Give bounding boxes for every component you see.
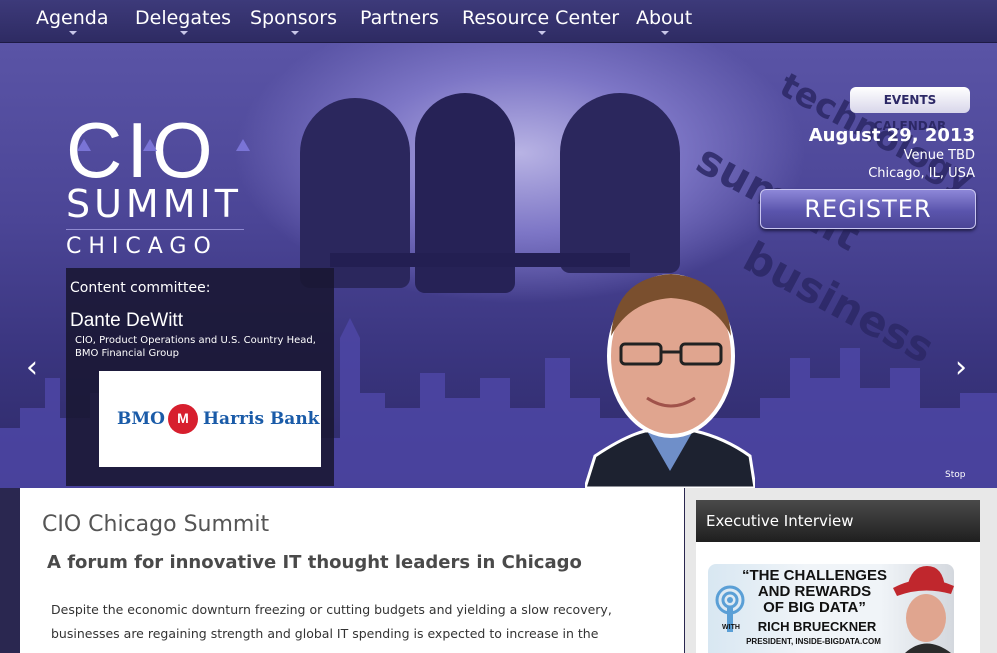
thumb-headline-line1: “THE CHALLENGES bbox=[741, 567, 887, 584]
event-details: August 29, 2013 Venue TBD Chicago, IL, U… bbox=[809, 125, 975, 183]
register-button[interactable]: REGISTER bbox=[760, 189, 976, 229]
slider-next-icon[interactable]: › bbox=[955, 350, 967, 385]
nav-label: About bbox=[636, 7, 693, 29]
chevron-down-icon bbox=[537, 31, 546, 35]
nav-label: Resource Center bbox=[462, 7, 620, 29]
thumb-name: RICH BRUECKNER bbox=[757, 619, 877, 634]
slider-stop-button[interactable]: Stop bbox=[945, 470, 965, 480]
people-silhouette bbox=[560, 93, 680, 273]
event-venue: Venue TBD bbox=[903, 148, 975, 163]
nav-item-partners[interactable]: Partners bbox=[360, 0, 439, 42]
nav-item-resource-center[interactable]: Resource Center bbox=[462, 0, 619, 42]
executive-interview-heading: Executive Interview bbox=[696, 500, 980, 542]
logo-triangle-icon bbox=[77, 139, 91, 151]
event-location: Chicago, IL, USA bbox=[868, 166, 975, 181]
chevron-down-icon bbox=[69, 31, 78, 35]
top-navigation: Agenda Delegates Sponsors Partners Resou… bbox=[0, 0, 997, 43]
logo-triangle-icon bbox=[143, 139, 157, 151]
nav-item-sponsors[interactable]: Sponsors bbox=[250, 0, 337, 42]
main-content: CIO Chicago Summit A forum for innovativ… bbox=[20, 488, 684, 653]
nav-label: Agenda bbox=[36, 7, 109, 29]
nav-label: Sponsors bbox=[250, 7, 338, 29]
committee-label: Content committee: bbox=[70, 280, 211, 296]
page-title: CIO Chicago Summit bbox=[42, 512, 270, 537]
cio-summit-logo[interactable]: CIO SUMMIT CHICAGO bbox=[66, 111, 250, 260]
sidebar: Executive Interview “THE CHALLENGES AND … bbox=[685, 488, 997, 653]
speaker-portrait bbox=[585, 274, 755, 488]
bmo-roundel-icon: M bbox=[168, 404, 198, 434]
thumb-headline-line2: AND REWARDS bbox=[757, 583, 872, 600]
sponsor-logo-left: BMO bbox=[117, 409, 165, 429]
nav-label: Partners bbox=[360, 7, 439, 29]
event-date: August 29, 2013 bbox=[808, 125, 975, 146]
nav-item-delegates[interactable]: Delegates bbox=[135, 0, 231, 42]
nav-label: Delegates bbox=[135, 7, 232, 29]
interview-thumbnail[interactable]: “THE CHALLENGES AND REWARDS OF BIG DATA”… bbox=[708, 564, 954, 653]
thumb-role: PRESIDENT, INSIDE-BIGDATA.COM bbox=[746, 637, 881, 646]
hero-banner: technology summit business CIO SUMMIT CH… bbox=[0, 43, 997, 488]
interviewee-photo bbox=[893, 566, 954, 653]
executive-interview-widget: “THE CHALLENGES AND REWARDS OF BIG DATA”… bbox=[696, 542, 980, 653]
nav-item-about[interactable]: About bbox=[636, 0, 692, 42]
logo-text-chicago: CHICAGO bbox=[66, 229, 244, 260]
logo-triangle-icon bbox=[236, 139, 250, 151]
sponsor-logo-right: Harris Bank bbox=[203, 409, 320, 429]
chevron-down-icon bbox=[661, 31, 670, 35]
chevron-down-icon bbox=[180, 31, 189, 35]
sponsor-logo[interactable]: BMO M Harris Bank bbox=[99, 371, 321, 467]
thumb-headline-line3: OF BIG DATA” bbox=[763, 599, 866, 616]
committee-panel: Content committee: Dante DeWitt CIO, Pro… bbox=[66, 268, 334, 486]
nav-item-agenda[interactable]: Agenda bbox=[36, 0, 109, 42]
slider-prev-icon[interactable]: ‹ bbox=[26, 350, 38, 385]
logo-text-summit: SUMMIT bbox=[66, 182, 242, 226]
page-body-text: Despite the economic downturn freezing o… bbox=[51, 602, 612, 641]
events-calendar-button[interactable]: EVENTS CALENDAR bbox=[850, 87, 970, 133]
chevron-down-icon bbox=[290, 31, 299, 35]
page-subtitle: A forum for innovative IT thought leader… bbox=[47, 552, 582, 573]
bmo-mark: M bbox=[177, 410, 189, 426]
committee-member-name: Dante DeWitt bbox=[70, 310, 183, 331]
committee-member-title: CIO, Product Operations and U.S. Country… bbox=[75, 335, 316, 359]
